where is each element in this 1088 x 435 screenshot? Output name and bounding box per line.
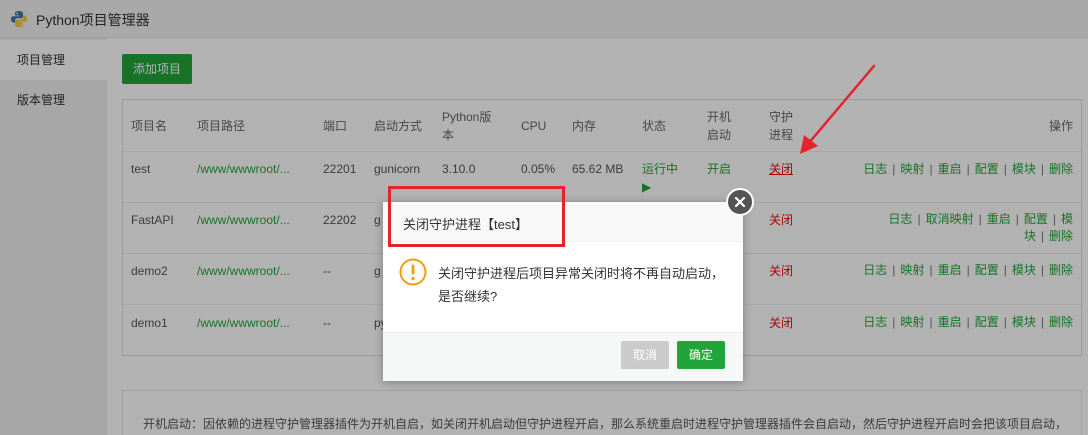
close-icon[interactable] [726,188,754,216]
warning-icon [399,258,427,286]
dialog-message: 关闭守护进程后项目异常关闭时将不再自动启动，是否继续? [438,266,725,304]
cancel-button[interactable]: 取消 [621,341,669,369]
annotation-arrow-icon [800,64,876,154]
confirm-button[interactable]: 确定 [677,341,725,369]
highlight-box [388,186,565,247]
